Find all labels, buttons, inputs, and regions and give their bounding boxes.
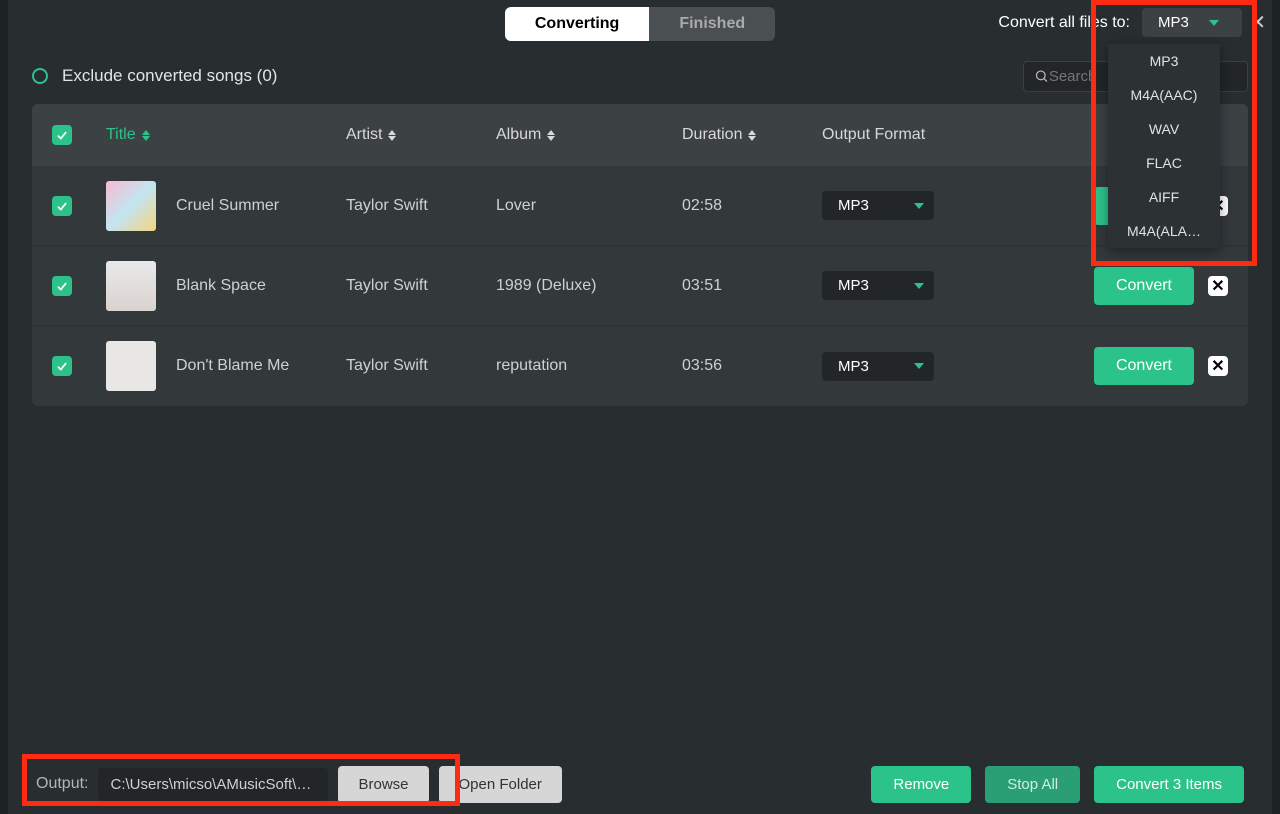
sort-icon (748, 130, 756, 141)
row-format-select[interactable]: MP3 (822, 191, 934, 220)
sub-toolbar: Exclude converted songs (0) (8, 48, 1272, 104)
remove-button[interactable]: Remove (871, 766, 971, 803)
select-all-checkbox[interactable] (52, 125, 72, 145)
header-album[interactable]: Album (496, 126, 682, 144)
chevron-down-icon (1209, 20, 1219, 26)
global-format-value: MP3 (1158, 14, 1189, 31)
table-header: Title Artist Album Duration Output Forma… (32, 104, 1248, 166)
format-option[interactable]: WAV (1108, 112, 1220, 146)
track-artist: Taylor Swift (346, 197, 496, 215)
browse-button[interactable]: Browse (338, 766, 428, 803)
convert-all-area: Convert all files to: MP3 (998, 8, 1242, 37)
chevron-down-icon (914, 363, 924, 369)
track-artist: Taylor Swift (346, 277, 496, 295)
row-checkbox[interactable] (52, 276, 72, 296)
table-row: Cruel Summer Taylor Swift Lover 02:58 MP… (32, 166, 1248, 246)
convert-all-label: Convert all files to: (998, 14, 1130, 32)
footer-bar: Output: C:\Users\micso\AMusicSoft\… Brow… (16, 754, 1264, 814)
main-tabs: Converting Finished (505, 7, 775, 41)
chevron-down-icon (914, 283, 924, 289)
remove-row-icon[interactable]: ✕ (1208, 356, 1228, 376)
stop-all-button[interactable]: Stop All (985, 766, 1080, 803)
track-duration: 03:56 (682, 357, 822, 375)
format-option[interactable]: AIFF (1108, 180, 1220, 214)
header-duration[interactable]: Duration (682, 126, 822, 144)
track-album: Lover (496, 197, 682, 215)
search-icon (1034, 68, 1049, 84)
tab-converting[interactable]: Converting (505, 7, 649, 41)
track-album: reputation (496, 357, 682, 375)
open-folder-button[interactable]: Open Folder (439, 766, 562, 803)
track-duration: 02:58 (682, 197, 822, 215)
tab-finished[interactable]: Finished (649, 7, 775, 41)
format-option[interactable]: M4A(ALA… (1108, 214, 1220, 248)
sort-icon (388, 130, 396, 141)
header-title[interactable]: Title (106, 126, 346, 144)
header-artist[interactable]: Artist (346, 126, 496, 144)
track-artist: Taylor Swift (346, 357, 496, 375)
row-checkbox[interactable] (52, 356, 72, 376)
format-option[interactable]: MP3 (1108, 44, 1220, 78)
exclude-toggle-icon[interactable] (32, 68, 48, 84)
track-title: Blank Space (176, 277, 266, 295)
album-art-icon (106, 341, 156, 391)
global-format-select[interactable]: MP3 (1142, 8, 1242, 37)
exclude-label: Exclude converted songs (0) (62, 66, 277, 86)
track-album: 1989 (Deluxe) (496, 277, 682, 295)
table-row: Don't Blame Me Taylor Swift reputation 0… (32, 326, 1248, 406)
row-format-select[interactable]: MP3 (822, 352, 934, 381)
track-title: Don't Blame Me (176, 357, 289, 375)
sort-icon (142, 130, 150, 141)
chevron-down-icon (914, 203, 924, 209)
format-option[interactable]: FLAC (1108, 146, 1220, 180)
header-output-format: Output Format (822, 126, 1082, 144)
output-label: Output: (36, 775, 88, 793)
track-title: Cruel Summer (176, 197, 279, 215)
format-option[interactable]: M4A(AAC) (1108, 78, 1220, 112)
album-art-icon (106, 181, 156, 231)
sort-icon (547, 130, 555, 141)
track-table: Title Artist Album Duration Output Forma… (32, 104, 1248, 406)
app-window: Converting Finished Convert all files to… (8, 0, 1272, 814)
track-duration: 03:51 (682, 277, 822, 295)
output-path-field[interactable]: C:\Users\micso\AMusicSoft\… (98, 768, 328, 801)
row-format-select[interactable]: MP3 (822, 271, 934, 300)
row-checkbox[interactable] (52, 196, 72, 216)
convert-button[interactable]: Convert (1094, 267, 1194, 305)
close-icon[interactable]: ✕ (1249, 10, 1266, 35)
format-dropdown-menu: MP3 M4A(AAC) WAV FLAC AIFF M4A(ALA… (1108, 44, 1220, 248)
convert-button[interactable]: Convert (1094, 347, 1194, 385)
album-art-icon (106, 261, 156, 311)
table-row: Blank Space Taylor Swift 1989 (Deluxe) 0… (32, 246, 1248, 326)
remove-row-icon[interactable]: ✕ (1208, 276, 1228, 296)
convert-items-button[interactable]: Convert 3 Items (1094, 766, 1244, 803)
